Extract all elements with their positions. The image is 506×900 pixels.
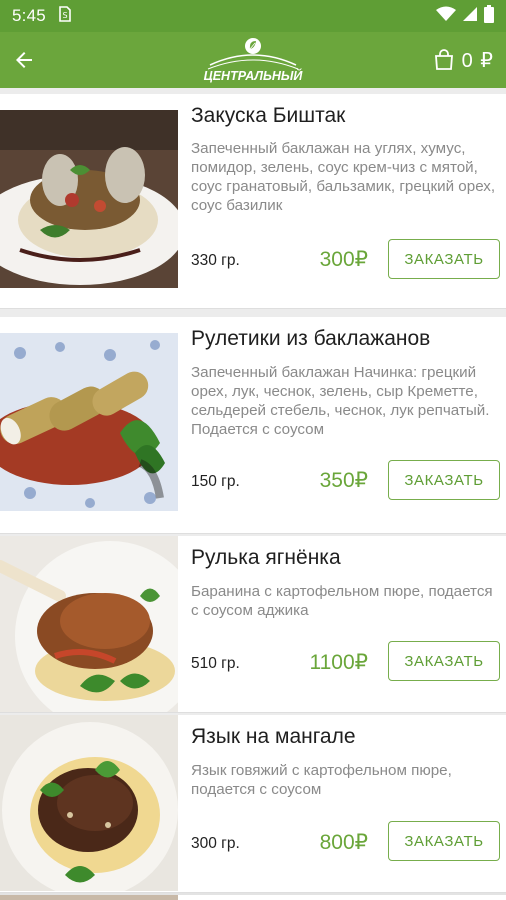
dish-photo	[0, 110, 178, 288]
dish-price: 1100₽	[309, 651, 368, 674]
order-button[interactable]: ЗАКАЗАТЬ	[388, 460, 500, 500]
dish-price: 300₽	[319, 248, 368, 271]
dish-weight: 150 гр.	[191, 473, 240, 490]
dish-price: 800₽	[319, 831, 368, 854]
dish-title: Язык на мангале	[191, 725, 356, 748]
back-button[interactable]	[2, 38, 46, 82]
menu-item[interactable]: Язык на мангале Язык говяжий с картофель…	[0, 715, 506, 893]
signal-icon	[462, 6, 478, 27]
dish-photo	[0, 715, 178, 891]
svg-text:S: S	[62, 11, 67, 20]
cart-button[interactable]: 0 ₽	[432, 42, 494, 78]
divider	[0, 309, 506, 317]
order-button[interactable]: ЗАКАЗАТЬ	[388, 641, 500, 681]
dish-description: Язык говяжий с картофельном пюре, подает…	[191, 762, 452, 798]
next-item-photo-edge	[0, 895, 178, 900]
battery-icon	[484, 4, 494, 28]
order-button[interactable]: ЗАКАЗАТЬ	[388, 239, 500, 279]
dish-weight: 300 гр.	[191, 835, 240, 852]
shopping-bag-icon	[434, 49, 453, 70]
app-bar: ЦЕНТРАЛЬНЫЙ 0 ₽	[0, 32, 506, 88]
dish-title: Рулька ягнёнка	[191, 546, 341, 569]
svg-text:ЦЕНТРАЛЬНЫЙ: ЦЕНТРАЛЬНЫЙ	[204, 67, 304, 83]
wifi-icon	[436, 6, 456, 27]
dish-description: Баранина с картофельном пюре, подается с…	[191, 583, 493, 619]
cart-total: 0 ₽	[461, 49, 494, 72]
menu-item[interactable]: Рулька ягнёнка Баранина с картофельном п…	[0, 536, 506, 713]
order-button[interactable]: ЗАКАЗАТЬ	[388, 821, 500, 861]
menu-item[interactable]: Закуска Биштак Запеченный баклажан на уг…	[0, 94, 506, 309]
status-bar: 5:45 S	[0, 0, 506, 32]
status-time: 5:45	[12, 6, 46, 25]
dish-photo	[0, 536, 178, 712]
menu-item[interactable]: Рулетики из баклажанов Запеченный баклаж…	[0, 317, 506, 534]
dish-description: Запеченный баклажан Начинка: грецкий оре…	[191, 364, 490, 438]
arrow-left-icon	[16, 52, 32, 68]
dish-weight: 330 гр.	[191, 252, 240, 269]
dish-photo	[0, 333, 178, 511]
dish-title: Рулетики из баклажанов	[191, 327, 431, 350]
dish-description: Запеченный баклажан на углях, хумус, пом…	[191, 140, 496, 214]
restaurant-logo: ЦЕНТРАЛЬНЫЙ	[198, 35, 308, 85]
dish-title: Закуска Биштак	[191, 104, 346, 127]
dish-price: 350₽	[319, 469, 368, 492]
sim-card-icon: S	[58, 6, 72, 26]
dish-weight: 510 гр.	[191, 655, 240, 672]
